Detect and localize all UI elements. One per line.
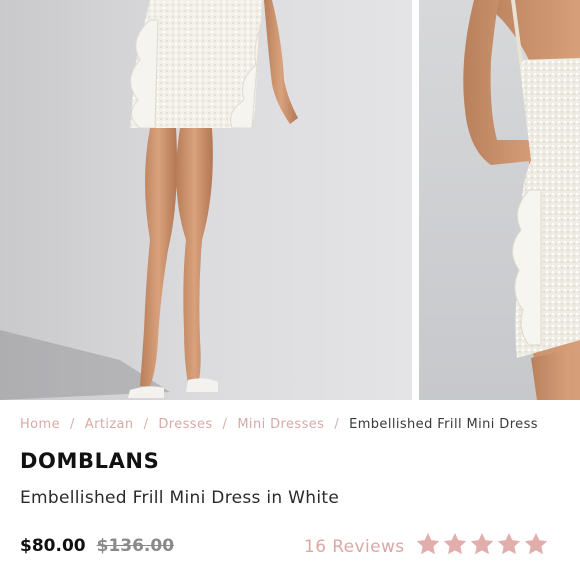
star-icon (416, 532, 440, 555)
star-icon (497, 532, 521, 555)
sale-price: $80.00 (20, 536, 86, 556)
breadcrumb-separator: / (334, 417, 340, 432)
star-icon (470, 532, 494, 555)
breadcrumb-separator: / (70, 417, 75, 432)
reviews-link[interactable]: 16 Reviews (304, 537, 405, 557)
product-gallery (0, 0, 580, 400)
brand-name[interactable]: DOMBLANS (20, 449, 159, 473)
product-photo-detail[interactable] (419, 0, 580, 400)
breadcrumb-current: Embellished Frill Mini Dress (349, 417, 538, 432)
price-row: $80.00 $136.00 (20, 536, 174, 556)
breadcrumb-link-mini-dresses[interactable]: Mini Dresses (237, 417, 324, 432)
breadcrumb-separator: / (222, 417, 228, 432)
original-price: $136.00 (96, 536, 175, 556)
breadcrumb-link-dresses[interactable]: Dresses (158, 417, 212, 432)
rating-stars[interactable] (415, 531, 549, 561)
breadcrumb: Home / Artizan / Dresses / Mini Dresses / Embell… (20, 417, 580, 432)
star-icon (524, 532, 548, 555)
breadcrumb-separator: / (143, 417, 149, 432)
breadcrumb-link-home[interactable]: Home (20, 417, 60, 432)
product-photo-main[interactable] (0, 0, 412, 400)
breadcrumb-link-artizan[interactable]: Artizan (85, 417, 134, 432)
product-page: Home / Artizan / Dresses / Mini Dresses / Embell… (0, 0, 580, 580)
star-icon (443, 532, 467, 555)
product-title: Embellished Frill Mini Dress in White (20, 488, 340, 508)
